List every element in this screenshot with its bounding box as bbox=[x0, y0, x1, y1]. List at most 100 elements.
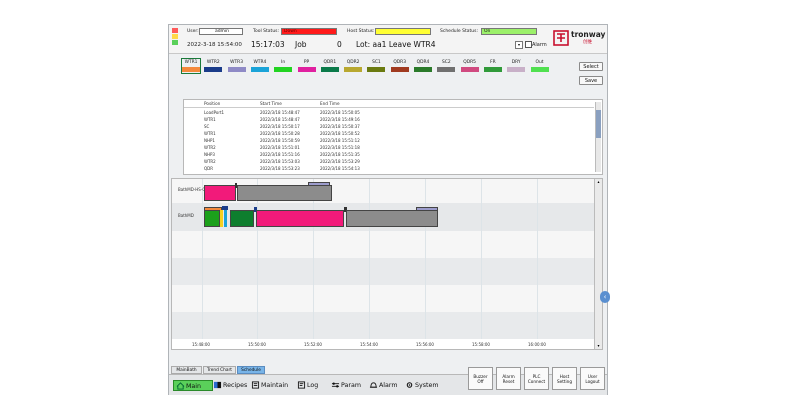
gantt-bar[interactable] bbox=[230, 210, 254, 227]
nav-main[interactable]: Main bbox=[173, 380, 213, 391]
process-color-swatch bbox=[227, 67, 246, 72]
table-scrollbar[interactable] bbox=[595, 102, 601, 172]
grid-line bbox=[313, 179, 314, 339]
tab-mainbath[interactable]: MainBath bbox=[171, 366, 202, 374]
button-label-line2: Off bbox=[477, 379, 484, 384]
process-tab-fr[interactable]: FR bbox=[483, 60, 502, 72]
schedule-table: Position Start Time End Time LoadPort1 20… bbox=[183, 99, 603, 175]
alarm-reset-button[interactable]: Alarm Reset bbox=[496, 367, 521, 390]
select-button[interactable]: Select bbox=[579, 62, 603, 71]
table-cell: WTR1 bbox=[204, 131, 216, 136]
gantt-tick-label: 15:54:00 bbox=[360, 342, 378, 347]
process-tab-pp[interactable]: PP bbox=[297, 60, 316, 72]
gantt-bar[interactable] bbox=[222, 206, 228, 210]
process-tab-wtr3[interactable]: WTR3 bbox=[227, 60, 246, 72]
table-cell: QDR bbox=[204, 166, 214, 171]
process-tab-qdr2[interactable]: QDR2 bbox=[344, 60, 363, 72]
table-header-divider bbox=[184, 107, 594, 108]
maintain-icon bbox=[251, 381, 260, 389]
process-tab-wtr2[interactable]: WTR2 bbox=[204, 60, 223, 72]
nav-system[interactable]: System bbox=[405, 380, 438, 391]
scroll-up-icon[interactable]: ▴ bbox=[595, 179, 602, 185]
gantt-lane-3-band bbox=[172, 231, 594, 258]
scroll-down-icon[interactable]: ▾ bbox=[595, 343, 602, 349]
process-color-swatch bbox=[507, 67, 526, 72]
side-collapse-chevron-icon[interactable]: ‹ bbox=[600, 291, 610, 303]
table-cell: 2022/3/18 15:50:05 bbox=[320, 110, 360, 115]
logo-text: tronway bbox=[571, 30, 606, 39]
gantt-lane-6-band bbox=[172, 312, 594, 339]
user-logout-button[interactable]: User Logout bbox=[580, 367, 605, 390]
tool-status-label: Tool Status: bbox=[253, 29, 280, 34]
yellow-lamp bbox=[172, 34, 178, 39]
buzzer-off-button[interactable]: Buzzer Off bbox=[468, 367, 493, 390]
gantt-scrollbar[interactable]: ▴ ▾ bbox=[594, 179, 602, 349]
process-color-swatch bbox=[414, 67, 432, 72]
process-tab-label: QDR2 bbox=[346, 60, 360, 65]
gantt-bar[interactable] bbox=[416, 207, 438, 211]
grid-line bbox=[537, 179, 538, 339]
gantt-bar[interactable] bbox=[220, 210, 223, 227]
tab-trend-chart[interactable]: Trend Chart bbox=[203, 366, 236, 374]
process-tab-out[interactable]: Out bbox=[530, 60, 549, 72]
gantt-bar[interactable] bbox=[237, 185, 332, 201]
process-color-swatch bbox=[182, 67, 200, 72]
process-color-swatch bbox=[530, 67, 549, 72]
table-scroll-thumb[interactable] bbox=[596, 110, 601, 138]
process-tab-qdr4[interactable]: QDR4 bbox=[414, 60, 432, 72]
gantt-bar[interactable] bbox=[308, 182, 330, 186]
host-setting-button[interactable]: Host Setting bbox=[552, 367, 577, 390]
process-color-swatch bbox=[274, 67, 293, 72]
table-cell: WTR2 bbox=[204, 145, 216, 150]
alarm-checkbox[interactable] bbox=[525, 41, 532, 48]
lot-tab-strip: Lot aa1Lot bb2 bbox=[183, 90, 239, 107]
save-button[interactable]: Save bbox=[579, 76, 603, 85]
process-tab-label: WTR4 bbox=[253, 60, 267, 65]
recipe-icon bbox=[213, 381, 222, 389]
red-lamp bbox=[172, 28, 178, 33]
user-field: admin bbox=[199, 28, 243, 35]
grid-line bbox=[481, 179, 482, 339]
process-tab-label: FR bbox=[490, 60, 496, 65]
nav-alarm[interactable]: Alarm bbox=[369, 380, 398, 391]
nav-maintain[interactable]: Maintain bbox=[251, 380, 288, 391]
process-tab-label: WTR3 bbox=[230, 60, 244, 65]
column-header-end-time: End Time bbox=[320, 101, 340, 106]
nav-alarm-label: Alarm bbox=[379, 382, 398, 389]
process-tab-qdr3[interactable]: QDR3 bbox=[390, 60, 409, 72]
process-tab-sc2[interactable]: SC2 bbox=[437, 60, 456, 72]
process-tab-wtr1[interactable]: WTR1 bbox=[181, 58, 201, 74]
nav-main-label: Main bbox=[186, 383, 202, 390]
nav-log[interactable]: Log bbox=[297, 380, 318, 391]
gantt-bar[interactable] bbox=[346, 210, 438, 227]
log-icon bbox=[297, 381, 306, 389]
table-cell: NHP1 bbox=[204, 138, 215, 143]
gantt-bar[interactable] bbox=[204, 210, 220, 227]
gantt-bar[interactable] bbox=[204, 185, 236, 201]
process-tab-in[interactable]: In bbox=[274, 60, 293, 72]
gantt-bar[interactable] bbox=[224, 210, 227, 227]
nav-recipes[interactable]: Recipes bbox=[213, 380, 247, 391]
alarm-checkbox-label: Alarm bbox=[532, 42, 547, 48]
process-tab-qdr5[interactable]: QDR5 bbox=[460, 60, 479, 72]
gantt-bar[interactable] bbox=[256, 210, 344, 227]
gantt-lane-label: BathMD bbox=[178, 213, 194, 218]
process-tab-sc1[interactable]: SC1 bbox=[367, 60, 386, 72]
process-tab-dry[interactable]: DRY bbox=[507, 60, 526, 72]
process-tab-qdr1[interactable]: QDR1 bbox=[320, 60, 339, 72]
gantt-tick-label: 15:50:00 bbox=[248, 342, 266, 347]
job-value: 0 bbox=[337, 40, 342, 49]
process-tab-wtr4[interactable]: WTR4 bbox=[250, 60, 269, 72]
table-cell: 2022/3/18 15:48:47 bbox=[260, 110, 300, 115]
grid-line bbox=[257, 179, 258, 339]
nav-param[interactable]: Param bbox=[331, 380, 361, 391]
column-header-position: Position bbox=[204, 101, 221, 106]
table-cell: 2022/3/18 15:50:28 bbox=[260, 131, 300, 136]
lot-dropdown-chevron-icon[interactable]: ▾ bbox=[515, 41, 523, 49]
plc-connect-button[interactable]: PLC Connect bbox=[524, 367, 549, 390]
table-cell: 2022/3/18 15:50:52 bbox=[320, 131, 360, 136]
table-cell: SC bbox=[204, 124, 210, 129]
process-color-swatch bbox=[204, 67, 223, 72]
tab-schedule[interactable]: Schedule bbox=[237, 366, 265, 374]
table-cell: WTR2 bbox=[204, 159, 216, 164]
